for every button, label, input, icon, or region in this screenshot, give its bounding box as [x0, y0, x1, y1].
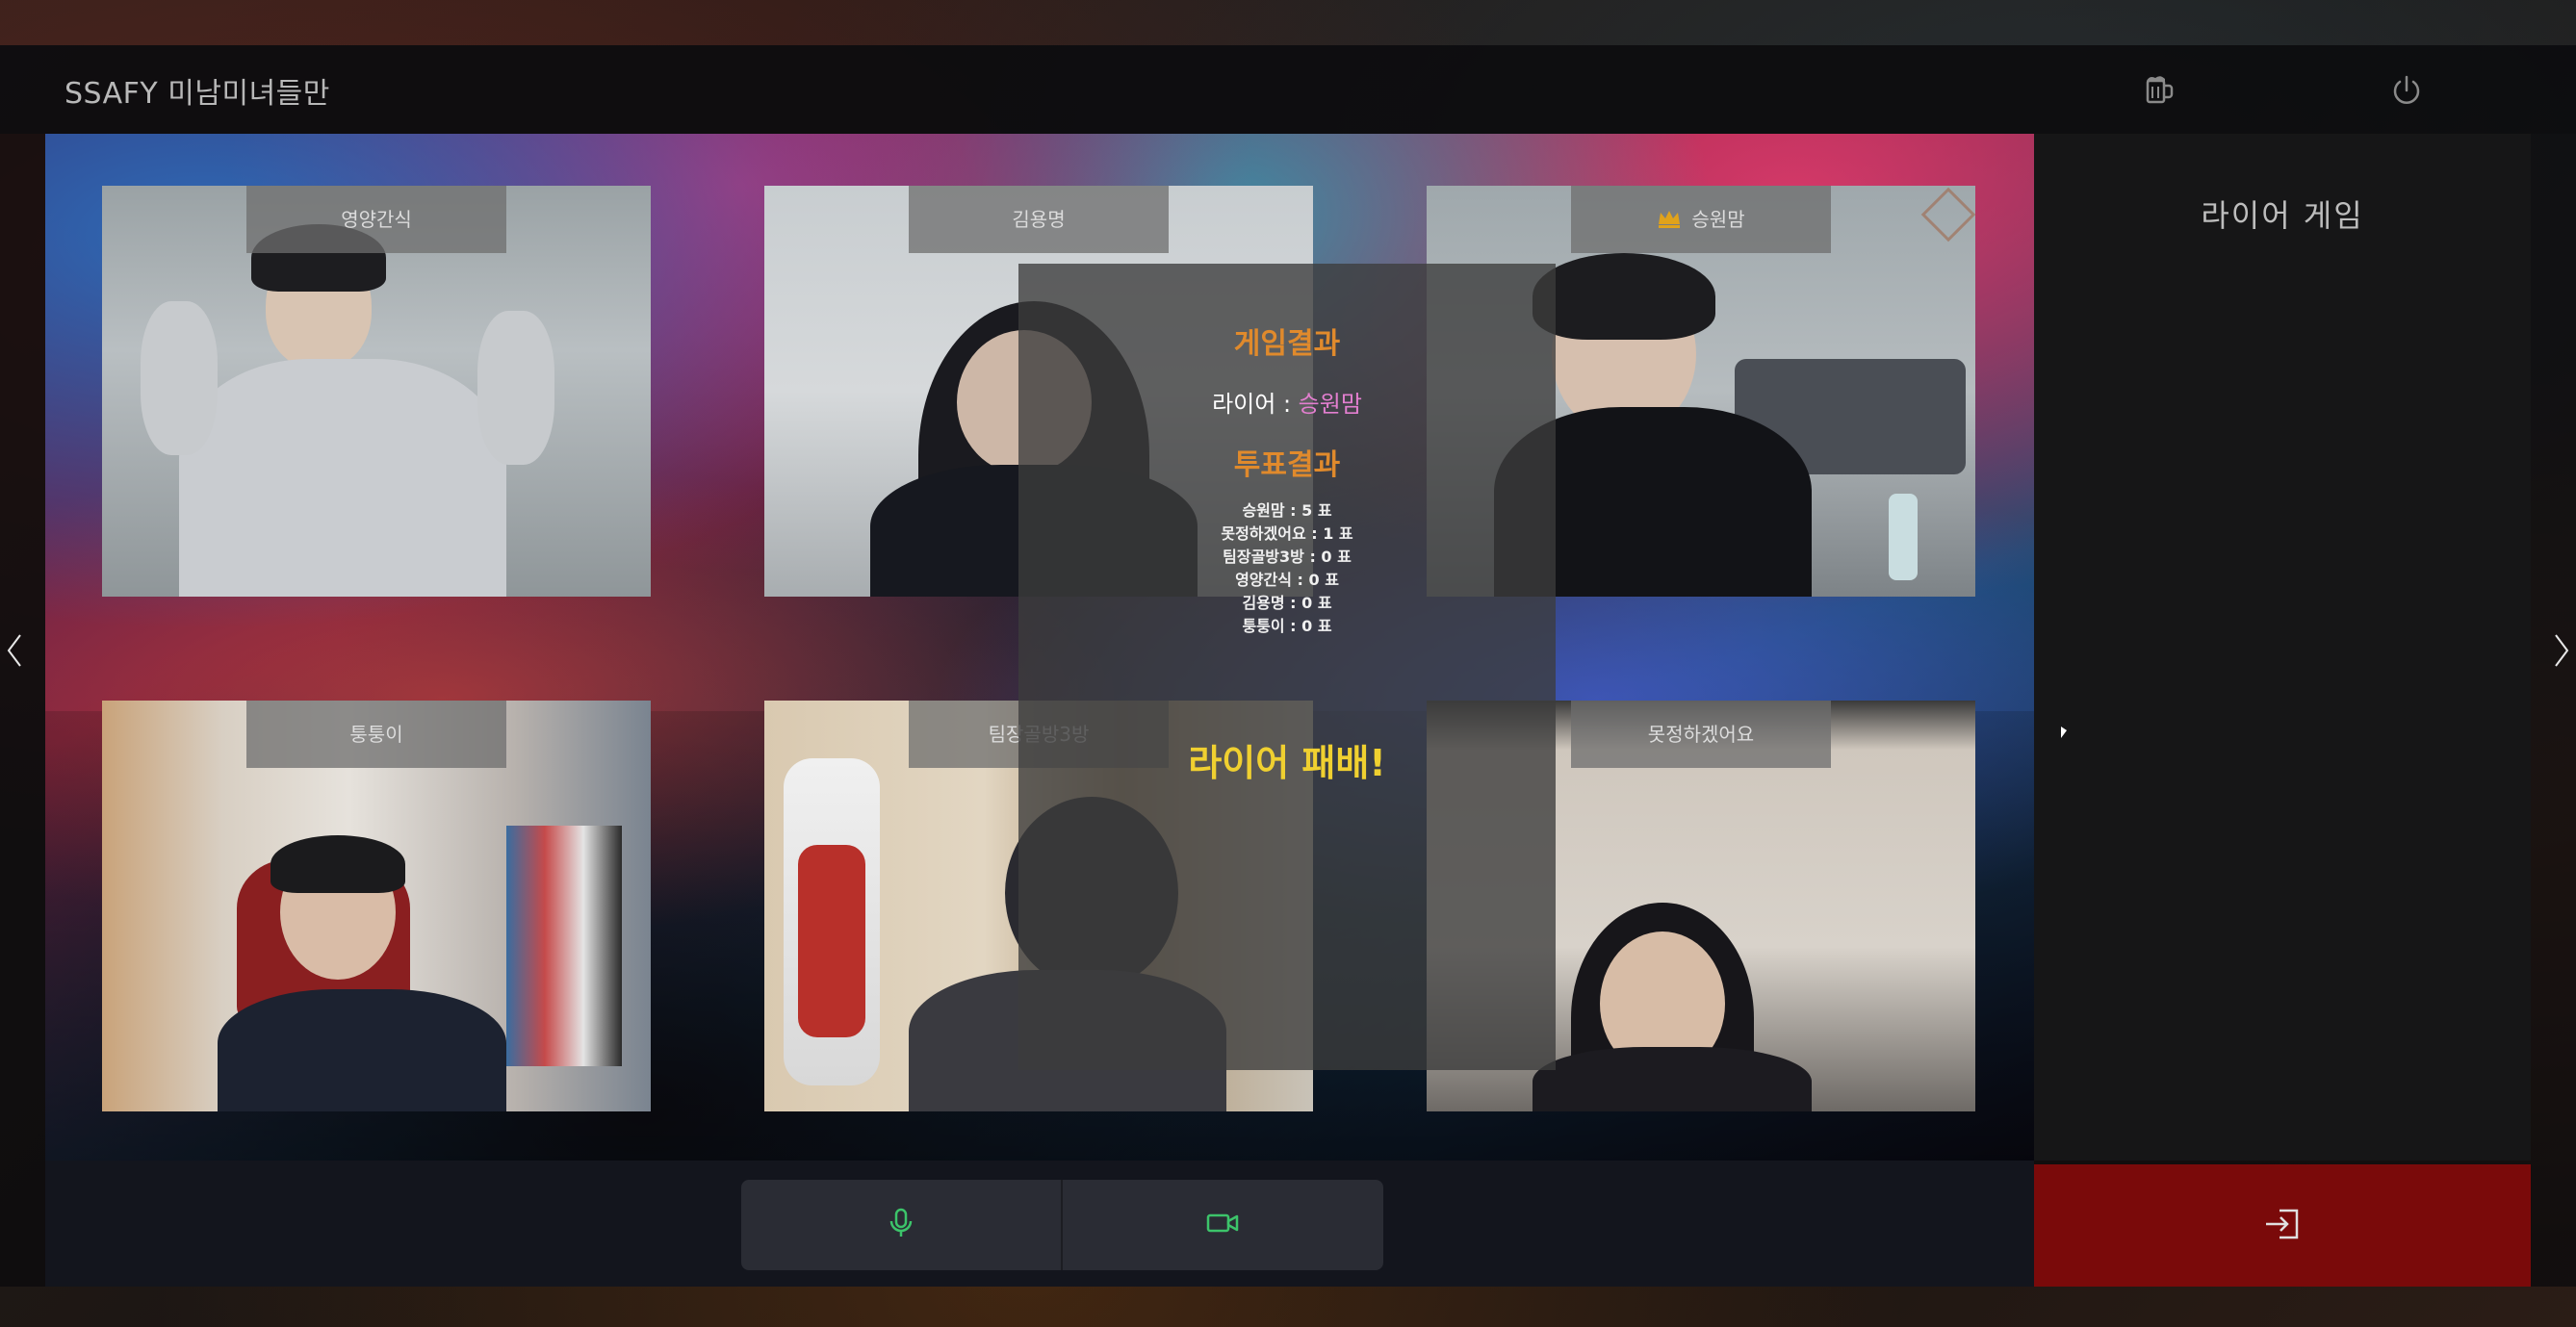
video-tile: 영양간식 — [102, 186, 651, 597]
previous-page-arrow[interactable] — [0, 629, 29, 672]
media-controls — [741, 1180, 1383, 1270]
mouse-cursor — [2061, 727, 2067, 738]
vote-result-title: 투표결과 — [1233, 448, 1341, 482]
vote-line: 영양간식 : 0 표 — [1235, 571, 1339, 589]
participant-name-tag: 승원맘 — [1571, 186, 1831, 253]
microphone-icon — [887, 1207, 915, 1243]
liar-label: 라이어 : — [1212, 391, 1299, 418]
vote-line: 승원맘 : 5 표 — [1242, 501, 1332, 520]
video-tile: 퉁퉁이 — [102, 701, 651, 1111]
exit-icon — [2262, 1207, 2303, 1245]
header-bar — [0, 45, 2576, 134]
side-panel-title: 라이어 게임 — [2201, 197, 2364, 234]
participant-name-tag: 김용명 — [909, 186, 1169, 253]
liar-name: 승원맘 — [1298, 391, 1362, 418]
participant-name-tag: 영양간식 — [246, 186, 506, 253]
vote-line: 못정하겠어요 : 1 표 — [1221, 524, 1353, 543]
video-camera-icon — [1205, 1210, 1240, 1240]
control-bar — [45, 1161, 2034, 1287]
crown-icon — [1657, 188, 1682, 255]
vote-list: 승원맘 : 5 표 못정하겠어요 : 1 표 팀장골방3방 : 0 표 영양간식… — [1018, 499, 1556, 638]
participant-name-tag: 못정하겠어요 — [1571, 701, 1831, 768]
next-page-arrow[interactable] — [2547, 629, 2576, 672]
power-icon[interactable] — [2387, 71, 2426, 110]
game-result-panel: 게임결과 라이어 : 승원맘 투표결과 승원맘 : 5 표 못정하겠어요 : 1… — [1018, 264, 1556, 1070]
vote-line: 퉁퉁이 : 0 표 — [1242, 617, 1332, 635]
app-title: SSAFY 미남미녀들만 — [64, 77, 330, 111]
liar-reveal: 라이어 : 승원맘 — [1018, 385, 1556, 419]
beer-mug-icon[interactable] — [2139, 71, 2177, 110]
vote-line: 팀장골방3방 : 0 표 — [1223, 548, 1352, 566]
exit-room-button[interactable] — [2034, 1164, 2531, 1287]
camera-toggle-button[interactable] — [1063, 1180, 1382, 1270]
microphone-toggle-button[interactable] — [741, 1180, 1061, 1270]
side-panel: 라이어 게임 — [2034, 134, 2531, 1161]
game-outcome: 라이어 패배! — [1188, 742, 1386, 784]
participant-name-tag: 퉁퉁이 — [246, 701, 506, 768]
vote-line: 김용명 : 0 표 — [1242, 594, 1332, 612]
game-result-title: 게임결과 — [1233, 327, 1341, 361]
